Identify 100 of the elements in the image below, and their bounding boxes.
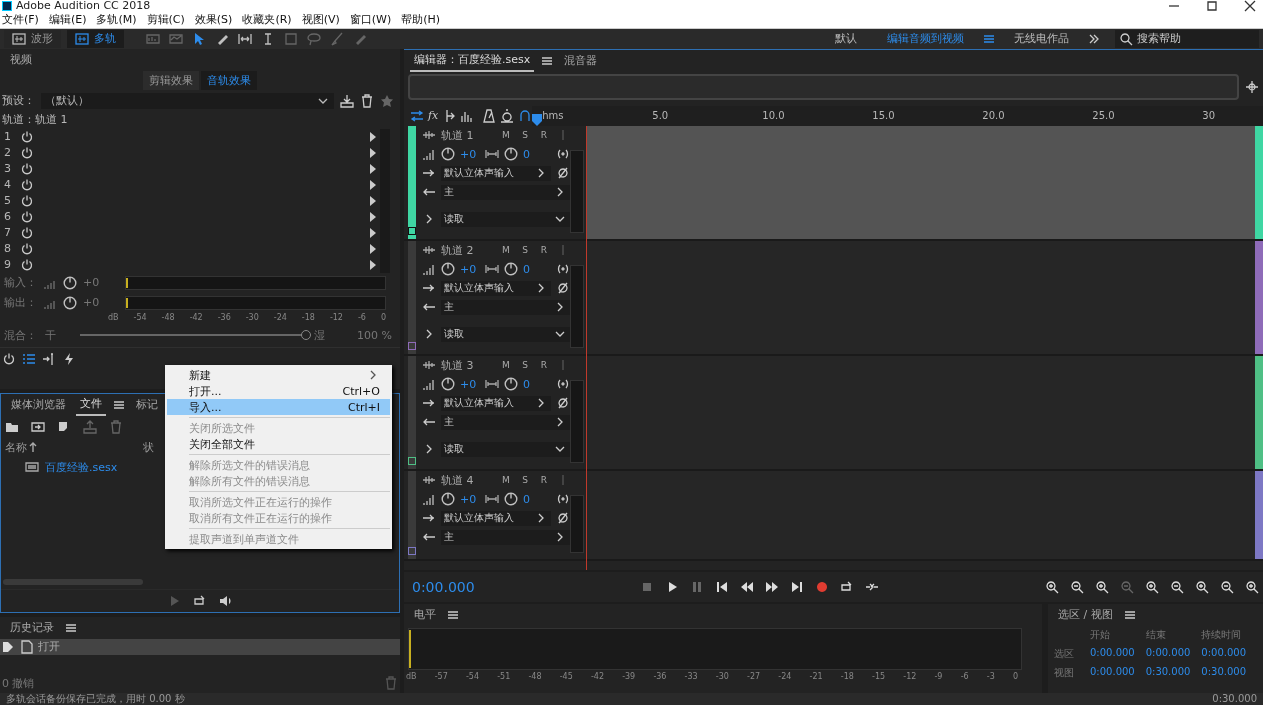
- track-toggle[interactable]: R: [537, 360, 551, 371]
- metronome-icon[interactable]: [482, 108, 497, 123]
- output-dropdown[interactable]: 主: [441, 184, 570, 200]
- pan-knob-icon[interactable]: [504, 147, 518, 162]
- menu-item[interactable]: 文件(F): [2, 12, 39, 28]
- menu-item[interactable]: 多轨(M): [96, 12, 137, 28]
- editor-tab[interactable]: 混音器: [560, 50, 602, 72]
- time-value[interactable]: 0:30.000: [1201, 665, 1257, 680]
- swap-arrows-icon[interactable]: [410, 108, 424, 123]
- automation-dropdown[interactable]: 读取: [441, 441, 570, 457]
- track-toggle[interactable]: M: [499, 475, 513, 486]
- output-dropdown[interactable]: 主: [441, 529, 570, 545]
- input-dropdown[interactable]: 默认立体声输入: [441, 395, 551, 411]
- menu-item[interactable]: 窗口(W): [349, 12, 392, 28]
- pan-value[interactable]: 0: [523, 492, 543, 506]
- track-toggle[interactable]: S: [518, 130, 532, 141]
- volume-knob-icon[interactable]: [441, 492, 455, 507]
- column-header[interactable]: 名称: [5, 439, 27, 455]
- star-icon[interactable]: [380, 93, 394, 108]
- zoom-in-start-icon[interactable]: [1170, 579, 1184, 594]
- history-entry[interactable]: 打开: [0, 638, 400, 655]
- skip-to-end-icon[interactable]: [790, 579, 805, 594]
- power-icon[interactable]: [20, 257, 34, 272]
- power-icon[interactable]: [20, 177, 34, 192]
- zoom-in-icon[interactable]: [1195, 579, 1209, 594]
- phase-icon[interactable]: [556, 166, 570, 181]
- menu-item[interactable]: 新建: [167, 367, 390, 383]
- menu-item[interactable]: 打开... Ctrl+O: [167, 383, 390, 399]
- time-value[interactable]: 0:00.000: [1090, 665, 1146, 680]
- volume-value[interactable]: +0: [460, 262, 480, 276]
- brush-icon[interactable]: [330, 31, 344, 46]
- pointer-icon[interactable]: [192, 31, 206, 46]
- menu-item[interactable]: 效果(S): [194, 12, 233, 28]
- effect-slot[interactable]: 6: [0, 208, 390, 225]
- input-dropdown[interactable]: 默认立体声输入: [441, 165, 551, 181]
- power-icon[interactable]: [20, 209, 34, 224]
- mode-button[interactable]: 波形: [4, 29, 61, 48]
- maximize-icon[interactable]: [1205, 0, 1219, 13]
- volume-knob-icon[interactable]: [441, 377, 455, 392]
- zoom-navigator-icon[interactable]: [1245, 79, 1259, 94]
- import-icon[interactable]: [31, 419, 45, 434]
- effect-slot[interactable]: 2: [0, 144, 390, 161]
- volume-knob-icon[interactable]: [441, 262, 455, 277]
- input-dropdown[interactable]: 默认立体声输入: [441, 280, 551, 296]
- search-field[interactable]: 搜索帮助: [1115, 29, 1259, 48]
- track-name[interactable]: 轨道 2: [441, 242, 474, 258]
- time-value[interactable]: 0:00.000: [1201, 646, 1257, 661]
- effect-slot[interactable]: 4: [0, 176, 390, 193]
- effect-slot[interactable]: 8: [0, 240, 390, 257]
- zoom-to-selection-icon[interactable]: [1095, 579, 1109, 594]
- menu-item[interactable]: 导入... Ctrl+I: [167, 399, 390, 415]
- effects-tab[interactable]: 音轨效果: [201, 70, 257, 90]
- workspace-tab[interactable]: 无线电作品: [1002, 31, 1081, 47]
- power-icon[interactable]: [20, 145, 34, 160]
- output-dropdown[interactable]: 主: [441, 299, 570, 315]
- menu-item[interactable]: 帮助(H): [401, 12, 441, 28]
- panel-tab[interactable]: 文件: [76, 393, 106, 417]
- save-preset-icon[interactable]: [340, 93, 354, 108]
- effect-slot[interactable]: 7: [0, 224, 390, 241]
- panel-tab[interactable]: 媒体浏览器: [7, 394, 70, 416]
- automation-dropdown[interactable]: 读取: [441, 326, 570, 342]
- pan-knob-icon[interactable]: [504, 492, 518, 507]
- effect-slot[interactable]: 5: [0, 192, 390, 209]
- pan-value[interactable]: 0: [523, 147, 543, 161]
- volume-value[interactable]: +0: [460, 147, 480, 161]
- mode-button[interactable]: 多轨: [67, 29, 124, 48]
- playhead-handle-icon[interactable]: [532, 113, 543, 126]
- loop-icon[interactable]: [193, 593, 207, 608]
- input-dropdown[interactable]: 默认立体声输入: [441, 510, 551, 526]
- effects-tab[interactable]: 剪辑效果: [143, 70, 199, 90]
- track-toggle[interactable]: S: [518, 475, 532, 486]
- skip-to-start-icon[interactable]: [715, 579, 730, 594]
- zoom-out-amplitude-icon[interactable]: [1070, 579, 1084, 594]
- menu-item[interactable]: 视图(V): [301, 12, 340, 28]
- track-toggle[interactable]: M: [499, 245, 513, 256]
- pan-value[interactable]: 0: [523, 262, 543, 276]
- editor-tab[interactable]: 编辑器：百度经验.sesx: [410, 49, 535, 73]
- zoom-in-amplitude-icon[interactable]: [1045, 579, 1059, 594]
- lightning-icon[interactable]: [62, 351, 76, 366]
- power-icon[interactable]: [20, 129, 34, 144]
- pan-knob-icon[interactable]: [504, 377, 518, 392]
- output-dropdown[interactable]: 主: [441, 414, 570, 430]
- phase-icon[interactable]: [556, 396, 570, 411]
- speaker-icon[interactable]: [219, 593, 233, 608]
- time-value[interactable]: 0:00.000: [1145, 646, 1202, 661]
- time-value[interactable]: 0:30.000: [1145, 665, 1202, 680]
- fast-forward-icon[interactable]: [765, 579, 780, 594]
- panel-tab[interactable]: 视频: [6, 49, 36, 71]
- zoom-reset-icon[interactable]: [1120, 579, 1134, 594]
- effect-slot[interactable]: 3: [0, 160, 390, 177]
- effects-toggle[interactable]: fx: [428, 109, 439, 123]
- pan-value[interactable]: 0: [523, 377, 543, 391]
- menu-item[interactable]: 收藏夹(R): [242, 12, 292, 28]
- workspace-tab[interactable]: 默认: [823, 31, 869, 47]
- menu-item[interactable]: 编辑(E): [48, 12, 87, 28]
- phase-icon[interactable]: [556, 281, 570, 296]
- preset-dropdown[interactable]: （默认）: [41, 92, 334, 109]
- power-icon[interactable]: [20, 241, 34, 256]
- zoom-out-icon[interactable]: [1220, 579, 1234, 594]
- zoom-full-icon[interactable]: [1145, 579, 1159, 594]
